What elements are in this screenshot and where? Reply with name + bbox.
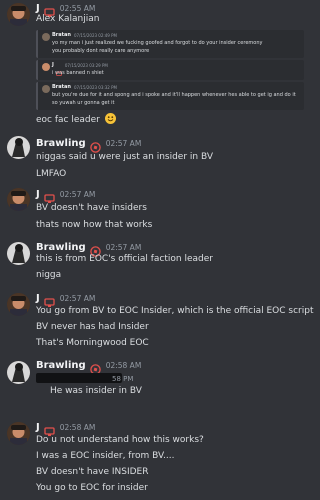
username[interactable]: J — [36, 189, 40, 200]
avatar-bratan — [42, 33, 50, 41]
avatar-brawling[interactable] — [7, 242, 30, 265]
message-text: niggas said u were just an insider in BV — [36, 152, 214, 162]
embed-author: J — [52, 62, 54, 68]
username[interactable]: Brawling — [36, 360, 86, 371]
message-text: Alex Kalanjian — [36, 14, 100, 24]
timestamp: 02:58 AM — [59, 422, 96, 432]
monitor-icon — [44, 422, 55, 436]
username[interactable]: J — [36, 422, 40, 433]
timestamp: 02:55 AM — [59, 3, 96, 13]
monitor-icon — [44, 3, 55, 17]
message-text: BV doesn't have insiders — [36, 203, 147, 213]
message-text: BV never has had Insider — [36, 322, 149, 332]
message-text: That's Morningwood EOC — [36, 338, 149, 348]
timestamp: 02:58 AM — [105, 360, 142, 370]
monitor-icon — [44, 189, 55, 203]
embed-author: Bratan — [52, 32, 71, 38]
monitor-icon — [44, 293, 55, 307]
timestamp: 02:57 AM — [59, 189, 96, 199]
roblox-icon — [89, 242, 101, 257]
message-text: nigga — [36, 270, 62, 280]
username[interactable]: J — [36, 293, 40, 304]
message-text: Do u not understand how this works? — [36, 435, 204, 445]
avatar-j[interactable] — [7, 3, 30, 26]
roblox-icon — [89, 138, 101, 153]
embed-quote: J 07/15/2023 03:29 PM i was banned n shi… — [36, 60, 304, 80]
roblox-icon — [89, 360, 101, 375]
embed-time: 07/15/2023 03:29 PM — [64, 62, 108, 68]
message-text: I was a EOC insider, from BV.... — [36, 451, 175, 461]
avatar-j[interactable] — [7, 293, 30, 316]
avatar-brawling[interactable] — [7, 136, 30, 159]
timestamp: 02:57 AM — [59, 293, 96, 303]
message-text: eoc fac leader — [36, 113, 116, 125]
message-text: He was insider in BV — [50, 386, 142, 396]
username[interactable]: Brawling — [36, 138, 86, 149]
slightly-smiling-face-emoji — [104, 113, 116, 124]
avatar-bratan — [42, 85, 50, 93]
embed-text: yo my man i just realized we fucking goo… — [52, 40, 263, 46]
partial-timestamp: 58 PM — [112, 375, 134, 383]
embed-text: you probably dont really care anymore — [52, 48, 150, 54]
username[interactable]: J — [36, 3, 40, 14]
embed-quote: Bratan 07/15/2023 02:49 PM yo my man i j… — [36, 30, 304, 58]
avatar-j[interactable] — [7, 422, 30, 445]
embed-text: but you're due for it and spong and i sp… — [52, 92, 296, 98]
avatar-brawling[interactable] — [7, 361, 30, 384]
username[interactable]: Brawling — [36, 242, 86, 253]
message-text: You go to EOC for insider — [36, 483, 148, 493]
monitor-icon — [56, 62, 62, 76]
embed-quote: Bratan 07/15/2023 03:32 PM but you're du… — [36, 82, 304, 110]
avatar-j-small — [42, 63, 50, 71]
embed-author: Bratan — [52, 84, 71, 90]
timestamp: 02:57 AM — [105, 242, 142, 252]
embed-text: so yuwah ur gonna get it — [52, 100, 115, 106]
message-text: You go from BV to EOC Insider, which is … — [36, 306, 314, 316]
message-text: thats now how that works — [36, 220, 153, 230]
message-text: LMFAO — [36, 169, 67, 179]
embed-time: 07/15/2023 02:49 PM — [73, 32, 117, 38]
embed-text: i was banned n shiet — [52, 70, 104, 76]
message-text: BV doesn't have INSIDER — [36, 467, 149, 477]
redacted-bar — [36, 373, 122, 383]
embed-time: 07/15/2023 03:32 PM — [73, 84, 117, 90]
message-text: this is from EOC's official faction lead… — [36, 254, 213, 264]
timestamp: 02:57 AM — [105, 138, 142, 148]
avatar-j[interactable] — [7, 188, 30, 211]
